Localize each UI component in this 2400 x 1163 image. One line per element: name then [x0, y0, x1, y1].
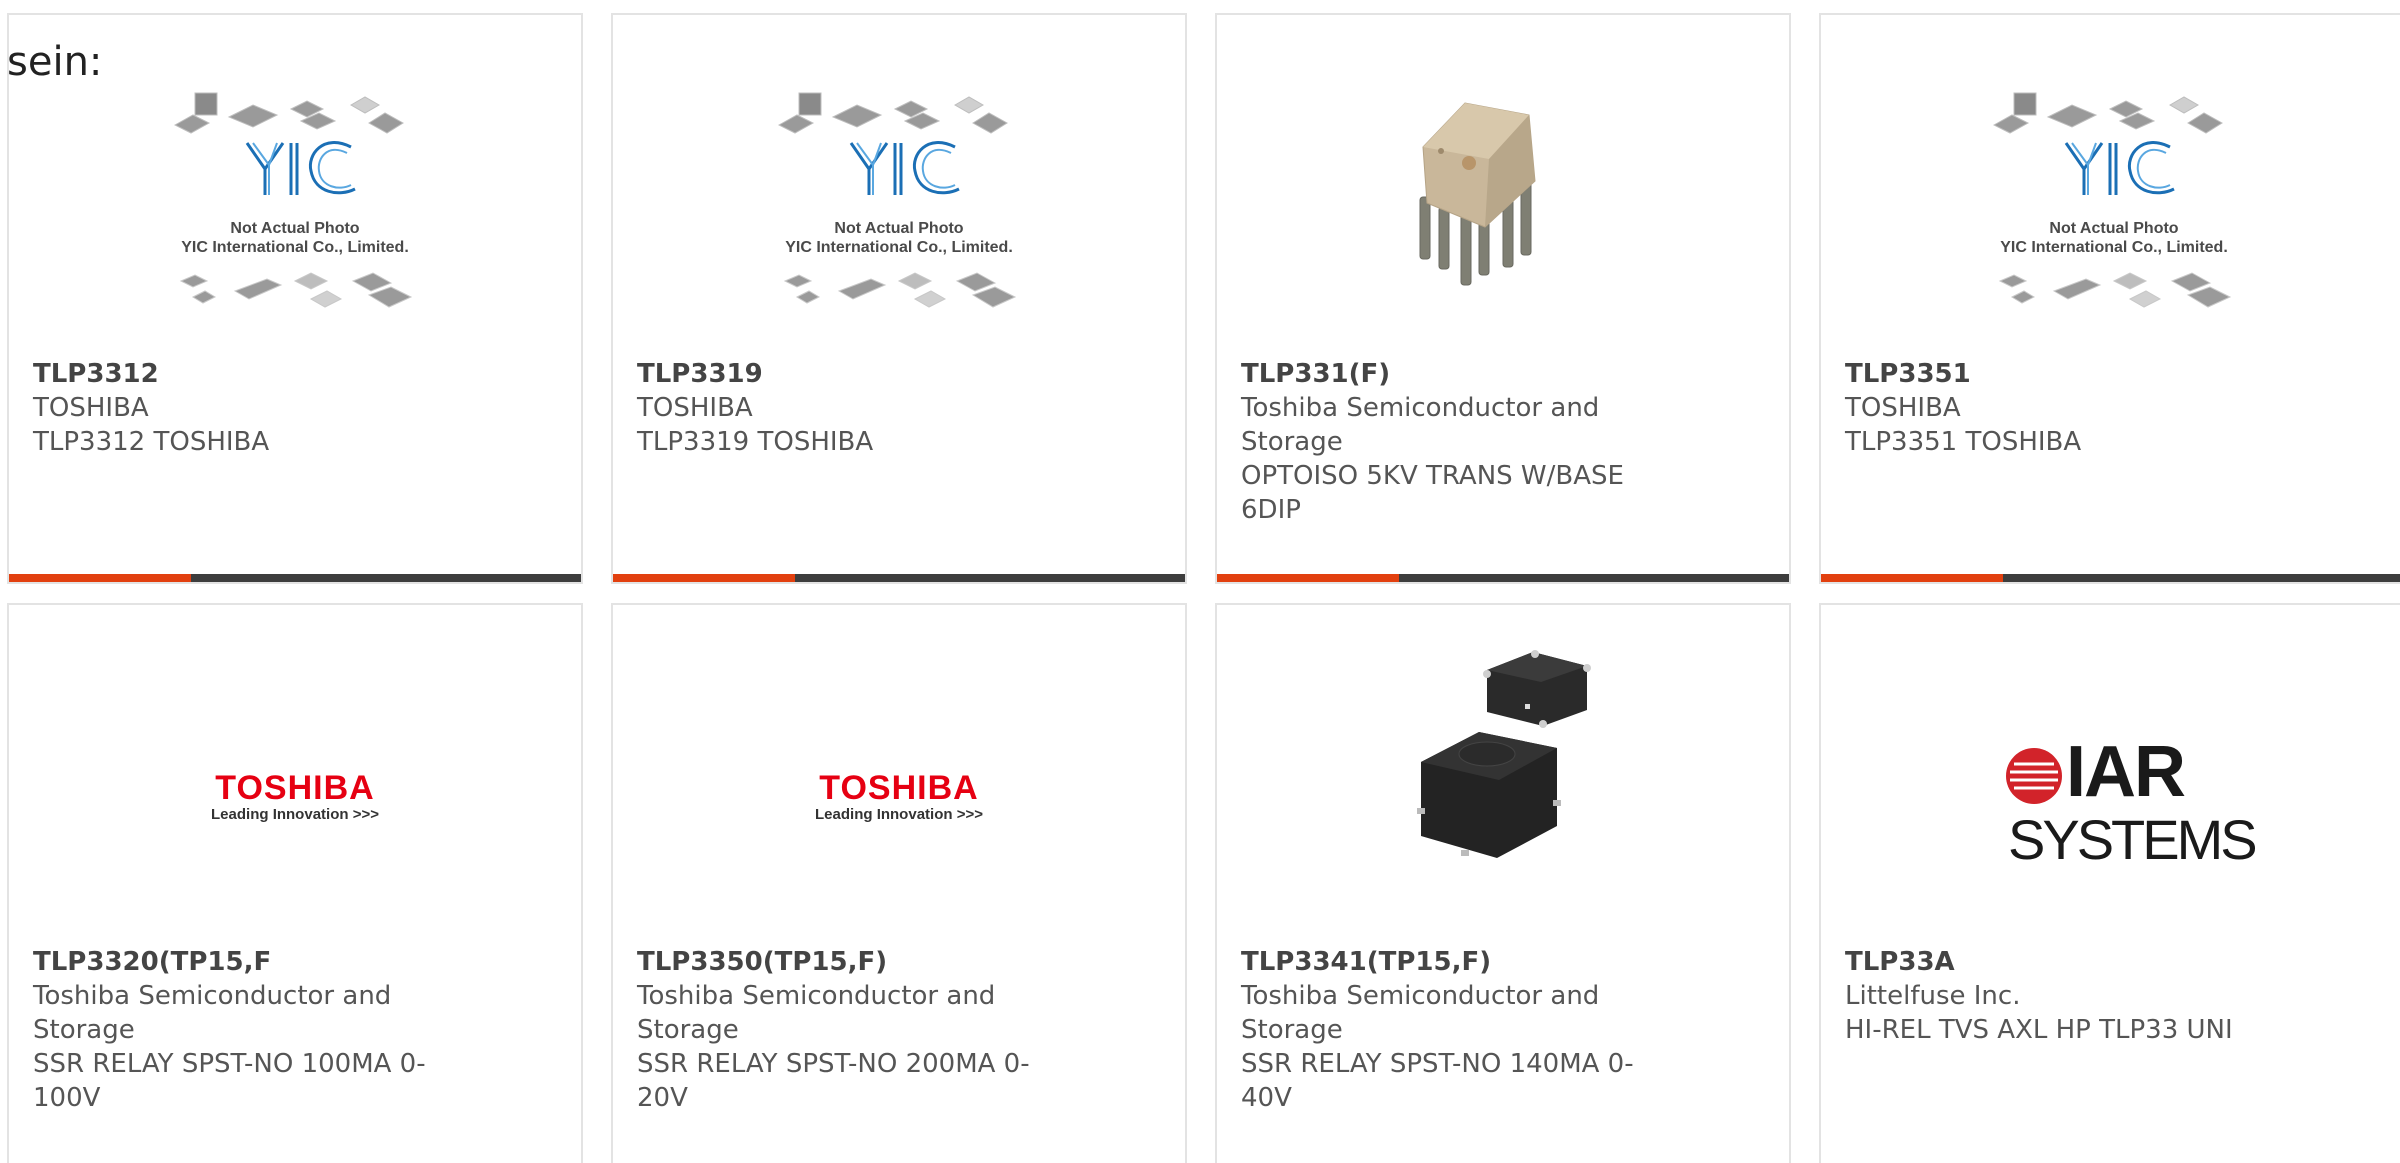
- product-description: SSR RELAY SPST-NO 200MA 0-20V: [637, 1049, 1030, 1113]
- placeholder-line2: YIC International Co., Limited.: [2000, 239, 2228, 256]
- product-manufacturer: Littelfuse Inc.: [1845, 981, 2021, 1011]
- product-description: TLP3351 TOSHIBA: [1845, 427, 2082, 457]
- toshiba-logo-tagline: Leading Innovation >>>: [211, 806, 379, 823]
- toshiba-logo: TOSHIBA Leading Innovation >>>: [211, 770, 379, 824]
- product-description: SSR RELAY SPST-NO 140MA 0-40V: [1241, 1049, 1634, 1113]
- product-info: TLP33A Littelfuse Inc. HI-REL TVS AXL HP…: [1845, 945, 2265, 1047]
- product-description: TLP3319 TOSHIBA: [637, 427, 874, 457]
- toshiba-logo-tagline: Leading Innovation >>>: [815, 806, 983, 823]
- card-accent-bar: [1217, 574, 1399, 582]
- product-manufacturer: Toshiba Semiconductor and Storage: [1241, 981, 1600, 1045]
- card-accent-bar: [9, 574, 191, 582]
- product-part-number[interactable]: TLP33A: [1845, 945, 2265, 979]
- product-image[interactable]: [1217, 640, 1789, 930]
- placeholder-line1: Not Actual Photo: [2049, 220, 2179, 237]
- product-info: TLP3341(TP15,F) Toshiba Semiconductor an…: [1241, 945, 1661, 1115]
- iar-logo-circle-icon: [2006, 748, 2062, 804]
- placeholder-line1: Not Actual Photo: [230, 220, 360, 237]
- product-image[interactable]: IAR SYSTEMS: [1821, 640, 2400, 930]
- product-image[interactable]: TOSHIBA Leading Innovation >>>: [613, 640, 1185, 930]
- product-card-tlp3320[interactable]: TOSHIBA Leading Innovation >>> TLP3320(T…: [7, 603, 583, 1163]
- product-manufacturer: Toshiba Semiconductor and Storage: [637, 981, 996, 1045]
- product-card-tlp3350[interactable]: TOSHIBA Leading Innovation >>> TLP3350(T…: [611, 603, 1187, 1163]
- product-card-tlp3341[interactable]: TLP3341(TP15,F) Toshiba Semiconductor an…: [1215, 603, 1791, 1163]
- product-info: TLP3320(TP15,F Toshiba Semiconductor and…: [33, 945, 453, 1115]
- product-manufacturer: TOSHIBA: [637, 393, 753, 423]
- iar-logo-word: IAR: [2066, 732, 2186, 812]
- product-card-tlp3351[interactable]: Not Actual Photo YIC International Co., …: [1819, 13, 2400, 584]
- product-part-number[interactable]: TLP3320(TP15,F: [33, 945, 453, 979]
- product-info: TLP3319 TOSHIBA TLP3319 TOSHIBA: [637, 357, 1057, 459]
- dip-ic-photo: [1419, 102, 1536, 286]
- product-image[interactable]: Not Actual Photo YIC International Co., …: [613, 85, 1185, 365]
- product-info: TLP3351 TOSHIBA TLP3351 TOSHIBA: [1845, 357, 2265, 459]
- yic-placeholder-image: Not Actual Photo YIC International Co., …: [155, 85, 435, 325]
- card-bottom-bar: [1821, 574, 2400, 582]
- product-image[interactable]: TOSHIBA Leading Innovation >>>: [9, 640, 581, 930]
- product-image[interactable]: Not Actual Photo YIC International Co., …: [1821, 85, 2400, 365]
- card-bottom-bar: [1217, 574, 1789, 582]
- relay-photo: [1417, 650, 1591, 858]
- card-bottom-bar: [9, 574, 581, 582]
- yic-placeholder-image: Not Actual Photo YIC International Co., …: [1974, 85, 2254, 325]
- product-grid-page: sein: Not Actual Photo YIC International…: [0, 0, 2400, 1163]
- product-image[interactable]: Not Actual Photo YIC International Co., …: [9, 85, 581, 365]
- card-bottom-bar: [613, 574, 1185, 582]
- toshiba-logo-brand: TOSHIBA: [215, 769, 375, 807]
- product-info: TLP3312 TOSHIBA TLP3312 TOSHIBA: [33, 357, 453, 459]
- yic-placeholder-image: Not Actual Photo YIC International Co., …: [759, 85, 1039, 325]
- product-part-number[interactable]: TLP3319: [637, 357, 1057, 391]
- product-info: TLP331(F) Toshiba Semiconductor and Stor…: [1241, 357, 1661, 527]
- product-card-tlp331f[interactable]: TLP331(F) Toshiba Semiconductor and Stor…: [1215, 13, 1791, 584]
- product-description: OPTOISO 5KV TRANS W/BASE 6DIP: [1241, 461, 1624, 525]
- product-description: SSR RELAY SPST-NO 100MA 0-100V: [33, 1049, 426, 1113]
- product-part-number[interactable]: TLP3312: [33, 357, 453, 391]
- product-manufacturer: TOSHIBA: [33, 393, 149, 423]
- product-description: TLP3312 TOSHIBA: [33, 427, 270, 457]
- intro-text: sein:: [7, 39, 103, 85]
- iar-logo-systems: SYSTEMS: [2008, 808, 2258, 871]
- product-part-number[interactable]: TLP3350(TP15,F): [637, 945, 1057, 979]
- toshiba-logo: TOSHIBA Leading Innovation >>>: [815, 770, 983, 824]
- placeholder-line2: YIC International Co., Limited.: [181, 239, 409, 256]
- product-info: TLP3350(TP15,F) Toshiba Semiconductor an…: [637, 945, 1057, 1115]
- product-card-tlp3319[interactable]: Not Actual Photo YIC International Co., …: [611, 13, 1187, 584]
- product-image[interactable]: [1217, 85, 1789, 365]
- card-accent-bar: [1821, 574, 2003, 582]
- card-accent-bar: [613, 574, 795, 582]
- product-manufacturer: TOSHIBA: [1845, 393, 1961, 423]
- product-part-number[interactable]: TLP3341(TP15,F): [1241, 945, 1661, 979]
- product-part-number[interactable]: TLP331(F): [1241, 357, 1661, 391]
- placeholder-line2: YIC International Co., Limited.: [785, 239, 1013, 256]
- toshiba-logo-brand: TOSHIBA: [819, 769, 979, 807]
- iar-systems-logo: IAR SYSTEMS: [2004, 734, 2258, 870]
- product-manufacturer: Toshiba Semiconductor and Storage: [1241, 393, 1600, 457]
- product-manufacturer: Toshiba Semiconductor and Storage: [33, 981, 392, 1045]
- placeholder-line1: Not Actual Photo: [834, 220, 964, 237]
- product-description: HI-REL TVS AXL HP TLP33 UNI: [1845, 1015, 2233, 1045]
- product-part-number[interactable]: TLP3351: [1845, 357, 2265, 391]
- product-card-tlp3312[interactable]: Not Actual Photo YIC International Co., …: [7, 13, 583, 584]
- product-card-tlp33a[interactable]: IAR SYSTEMS TLP33A Littelfuse Inc. HI-RE…: [1819, 603, 2400, 1163]
